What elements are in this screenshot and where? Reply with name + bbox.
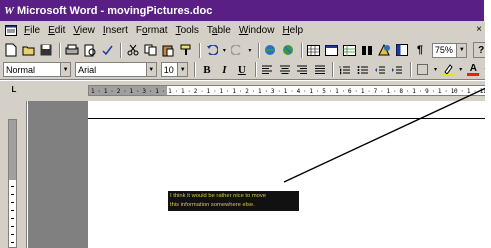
print-preview-icon[interactable] — [82, 42, 98, 58]
comment-line-2: this information somewhere else. — [170, 202, 255, 208]
align-right-icon[interactable] — [294, 62, 309, 78]
insert-excel-icon[interactable] — [342, 42, 358, 58]
menu-window[interactable]: Window — [235, 25, 279, 36]
style-select[interactable]: Normal ▼ — [3, 62, 72, 77]
chevron-down-icon[interactable]: ▼ — [60, 62, 72, 77]
highlight-icon[interactable] — [440, 62, 455, 78]
menu-help[interactable]: Help — [278, 25, 307, 36]
vertical-ruler[interactable] — [8, 119, 17, 248]
ruler-tick — [11, 186, 14, 187]
cut-icon[interactable] — [125, 42, 141, 58]
toolbar-separator — [257, 42, 260, 58]
italic-button[interactable]: I — [217, 62, 232, 78]
align-left-icon[interactable] — [260, 62, 275, 78]
chevron-down-icon[interactable]: ▼ — [177, 62, 189, 77]
undo-icon[interactable] — [204, 42, 220, 58]
ruler-tick — [11, 234, 14, 235]
insert-table-icon[interactable] — [324, 42, 340, 58]
ruler-tick — [11, 218, 14, 219]
word-window: W Microsoft Word - movingPictures.doc Fi… — [0, 0, 491, 248]
highlight-dropdown-icon[interactable]: ▾ — [458, 62, 464, 78]
comment-callout[interactable]: I think it would be rather nice to move … — [168, 191, 299, 211]
horizontal-ruler-bar: L 1 · 1 · 2 · 1 · 3 · 1 · 1 · 1 · 2 · 1 … — [0, 81, 491, 101]
show-hide-icon[interactable]: ¶ — [412, 42, 428, 58]
new-icon[interactable] — [3, 42, 19, 58]
font-color-icon[interactable]: A — [466, 62, 481, 78]
menu-edit[interactable]: Edit — [44, 25, 69, 36]
font-select[interactable]: Arial ▼ — [75, 62, 157, 77]
spelling-icon[interactable] — [99, 42, 115, 58]
tab-selector[interactable]: L — [9, 85, 19, 95]
menu-tools[interactable]: Tools — [172, 25, 203, 36]
border-dropdown-icon[interactable]: ▾ — [433, 62, 439, 78]
align-center-icon[interactable] — [277, 62, 292, 78]
increase-indent-icon[interactable] — [390, 62, 405, 78]
menu-format[interactable]: Format — [132, 25, 172, 36]
menu-insert[interactable]: Insert — [99, 25, 132, 36]
menu-table[interactable]: Table — [203, 25, 235, 36]
document-area — [28, 101, 491, 248]
document-page[interactable] — [88, 101, 491, 248]
document-icon[interactable] — [4, 25, 17, 37]
comment-line-1: I think it would be rather nice to move — [170, 193, 267, 199]
document-map-icon[interactable] — [395, 42, 411, 58]
hyperlink-icon[interactable] — [263, 42, 279, 58]
close-document-icon[interactable]: × — [473, 24, 485, 36]
window-title: Microsoft Word - movingPictures.doc — [17, 4, 213, 17]
toolbar-separator — [410, 62, 413, 77]
zoom-select[interactable]: 75% ▼ — [431, 42, 468, 58]
paste-icon[interactable] — [160, 42, 176, 58]
undo-dropdown-icon[interactable]: ▾ — [221, 42, 227, 58]
toolbar-separator — [301, 42, 304, 58]
toolbar-separator — [198, 42, 201, 58]
title-bar: W Microsoft Word - movingPictures.doc — [0, 0, 484, 21]
toolbar-separator — [59, 42, 62, 58]
vertical-ruler-margin — [9, 120, 16, 180]
font-size-select[interactable]: 10 ▼ — [160, 62, 189, 77]
redo-icon[interactable] — [229, 42, 245, 58]
border-icon[interactable] — [415, 62, 430, 78]
columns-icon[interactable] — [359, 42, 375, 58]
window-edge — [485, 0, 491, 248]
bullets-icon[interactable] — [355, 62, 370, 78]
ruler-tick — [11, 210, 14, 211]
format-painter-icon[interactable] — [178, 42, 194, 58]
horizontal-ruler[interactable]: 1 · 1 · 2 · 1 · 3 · 1 · 1 · 1 · 2 · 1 · … — [88, 85, 486, 96]
drawing-icon[interactable] — [377, 42, 393, 58]
formatting-toolbar: Normal▼ Arial▼ 10▼ B I U ▾ ▾ A ▾ — [0, 60, 491, 80]
copy-icon[interactable] — [143, 42, 159, 58]
save-icon[interactable] — [38, 42, 54, 58]
toolbar-separator — [332, 62, 335, 77]
chevron-down-icon[interactable]: ▼ — [145, 62, 157, 77]
underline-button[interactable]: U — [234, 62, 249, 78]
ruler-tick — [11, 194, 14, 195]
decrease-indent-icon[interactable] — [372, 62, 387, 78]
bold-button[interactable]: B — [199, 62, 214, 78]
standard-toolbar: ▾ ▾ ¶ 75% ▼ ? — [0, 40, 491, 60]
numbering-icon[interactable] — [337, 62, 352, 78]
menu-view[interactable]: View — [69, 25, 99, 36]
ruler-tick — [11, 202, 14, 203]
tables-borders-icon[interactable] — [306, 42, 322, 58]
open-icon[interactable] — [21, 42, 37, 58]
redo-dropdown-icon[interactable]: ▾ — [247, 42, 253, 58]
ruler-tick — [11, 242, 14, 243]
toolbar-separator — [120, 42, 123, 58]
menu-file[interactable]: File — [20, 25, 44, 36]
ruler-tick — [11, 226, 14, 227]
justify-icon[interactable] — [312, 62, 327, 78]
toolbar-separator — [254, 62, 257, 77]
word-icon[interactable]: W — [3, 5, 15, 17]
vertical-ruler-bar — [0, 101, 27, 248]
ruler-ticks: 1 · 1 · 2 · 1 · 3 · 1 · 1 · 1 · 2 · 1 · … — [91, 88, 486, 95]
chevron-down-icon[interactable]: ▼ — [456, 42, 468, 58]
page-header-area — [88, 101, 491, 119]
print-icon[interactable] — [64, 42, 80, 58]
menu-bar: File Edit View Insert Format Tools Table… — [0, 21, 491, 40]
toolbar-separator — [194, 62, 197, 77]
web-toolbar-icon[interactable] — [280, 42, 296, 58]
